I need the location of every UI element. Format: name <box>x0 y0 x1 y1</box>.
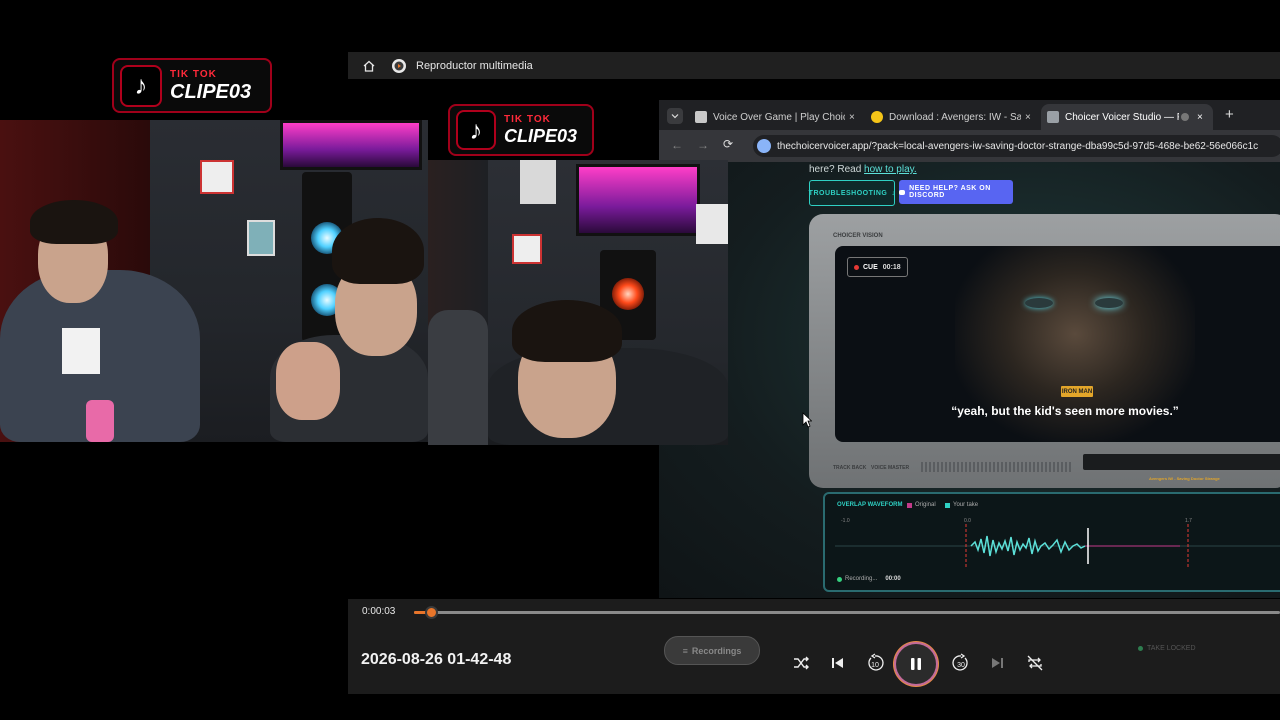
shuffle-icon[interactable] <box>789 651 813 675</box>
discord-help-button[interactable]: NEED HELP? ASK ON DISCORD <box>899 180 1013 204</box>
person-hair <box>512 300 622 362</box>
tab-choicer-voicer-studio[interactable]: Choicer Voicer Studio — Fr × <box>1041 104 1213 130</box>
webcam-right <box>428 160 728 445</box>
legend-original: Original <box>907 502 936 508</box>
subtitle-line: “yeah, but the kid's seen more movies.” <box>951 404 1179 418</box>
tiktok-badge-left: ♪ TIK TOK CLIPE03 <box>112 58 272 113</box>
url-text: thechoicervoicer.app/?pack=local-avenger… <box>777 140 1259 152</box>
tiktok-label: TIK TOK <box>504 114 551 125</box>
speaker-light <box>612 278 644 310</box>
rewind-10-icon[interactable]: 10 <box>863 651 887 675</box>
pink-mug <box>86 400 114 442</box>
media-title: 2026-08-26 01-42-48 <box>361 651 512 668</box>
new-tab-icon[interactable]: + <box>1225 106 1234 123</box>
person-left-hair <box>30 200 118 244</box>
tiktok-label: TIK TOK <box>170 68 217 80</box>
forward-icon[interactable]: → <box>697 138 709 152</box>
next-icon[interactable] <box>985 651 1009 675</box>
device-grille <box>921 462 1071 472</box>
svg-text:10: 10 <box>871 662 879 669</box>
tiktok-icon: ♪ <box>456 110 496 150</box>
device-footer-right: Avengers IW - Saving Doctor Strange <box>1149 476 1220 481</box>
player-title: Reproductor multimedia <box>416 59 533 72</box>
device-slot <box>1083 454 1280 470</box>
media-player-app-icon <box>392 58 406 73</box>
shelf-box <box>512 234 542 264</box>
person-left-shirt <box>62 328 100 374</box>
browser-tab-bar: Voice Over Game | Play Choicer × Downloa… <box>659 100 1280 130</box>
person-right-hair <box>332 218 424 284</box>
cue-indicator: CUE 00:18 <box>847 257 908 277</box>
close-icon[interactable]: × <box>1025 112 1031 123</box>
tv-screen <box>280 120 422 170</box>
scene-eye-right <box>1095 298 1123 308</box>
svg-text:30: 30 <box>957 662 965 669</box>
pause-button[interactable] <box>896 644 936 684</box>
current-time: 0:00:03 <box>362 606 396 617</box>
overlap-title: OVERLAP WAVEFORM <box>837 502 903 508</box>
discord-icon <box>899 189 906 195</box>
shelf-box <box>200 160 234 194</box>
tiktok-handle: CLIPE03 <box>170 80 252 103</box>
close-icon[interactable]: × <box>1197 112 1203 123</box>
player-titlebar: Reproductor multimedia <box>348 52 1280 79</box>
device-footer-left: TRACK BACK <box>833 465 867 471</box>
reload-icon[interactable]: ⟳ <box>723 137 733 151</box>
forward-30-icon[interactable]: 30 <box>949 651 973 675</box>
previous-icon[interactable] <box>826 651 850 675</box>
address-bar: ← → ⟳ thechoicervoicer.app/?pack=local-a… <box>659 130 1280 162</box>
recording-dot-icon <box>837 576 842 582</box>
repeat-off-icon[interactable] <box>1023 651 1047 675</box>
tiktok-badge-right: ♪ TIK TOK CLIPE03 <box>448 104 594 156</box>
choicer-vision-device: CHOICER VISION CUE 00:18 IRON MAN “yeah,… <box>809 214 1280 488</box>
mouse-cursor-icon <box>802 412 812 428</box>
legend-swatch <box>945 502 950 508</box>
tab-search-icon[interactable] <box>667 108 683 124</box>
poster <box>520 160 556 204</box>
device-header: CHOICER VISION <box>833 233 883 239</box>
tiktok-icon: ♪ <box>120 64 162 107</box>
playback-controls: 0:00:03 2026-08-26 01-42-48 10 30 <box>348 599 1280 694</box>
legend-swatch <box>907 502 912 508</box>
tab-label: Choicer Voicer Studio — Fr <box>1065 111 1179 123</box>
tab-label: Download : Avengers: IW - Sav <box>889 111 1021 123</box>
device-screen[interactable]: CUE 00:18 IRON MAN “yeah, but the kid's … <box>835 246 1280 442</box>
how-to-play-link[interactable]: how to play. <box>864 164 917 175</box>
overlap-waveform-panel: OVERLAP WAVEFORM Original Your take -1.0… <box>823 492 1280 592</box>
tab-download-avengers[interactable]: Download : Avengers: IW - Sav × <box>865 104 1037 130</box>
home-icon[interactable] <box>362 59 376 73</box>
url-field[interactable]: thechoicervoicer.app/?pack=local-avenger… <box>753 135 1280 157</box>
record-dot-icon <box>854 264 859 270</box>
tab-label: Voice Over Game | Play Choicer <box>713 111 845 123</box>
recording-status: Recording... 00:00 <box>837 576 901 582</box>
choicer-voicer-page: here? Read how to play. TROUBLESHOOTING ↓… <box>659 162 1280 598</box>
tab-voice-over-game[interactable]: Voice Over Game | Play Choicer × <box>689 104 861 130</box>
seek-thumb[interactable] <box>425 606 438 619</box>
speaker-tag: IRON MAN <box>1061 386 1093 397</box>
device-footer-mid: VOICE MASTER <box>871 465 910 471</box>
webcam-left <box>0 120 428 442</box>
browser-window: Voice Over Game | Play Choicer × Downloa… <box>659 100 1280 598</box>
pause-icon <box>911 658 921 670</box>
tv-screen <box>576 164 700 236</box>
back-icon[interactable]: ← <box>671 138 683 152</box>
tab-favicon <box>695 111 707 123</box>
tab-favicon <box>871 111 883 123</box>
chair <box>428 310 488 445</box>
person-right-hands <box>276 342 340 420</box>
tab-favicon <box>1047 111 1059 123</box>
picture-frame <box>247 220 275 256</box>
seek-bar[interactable] <box>414 606 1280 619</box>
waveform-graph[interactable] <box>835 524 1280 568</box>
wall-sticker <box>696 204 728 244</box>
site-info-icon[interactable] <box>757 139 771 153</box>
legend-your-take: Your take <box>945 502 978 508</box>
intro-text: here? Read how to play. <box>809 164 917 175</box>
tiktok-handle: CLIPE03 <box>504 126 578 146</box>
scene-eye-left <box>1025 298 1053 308</box>
close-icon[interactable]: × <box>849 112 855 123</box>
troubleshooting-button[interactable]: TROUBLESHOOTING ↓ <box>809 180 895 206</box>
audio-icon <box>1181 113 1189 121</box>
